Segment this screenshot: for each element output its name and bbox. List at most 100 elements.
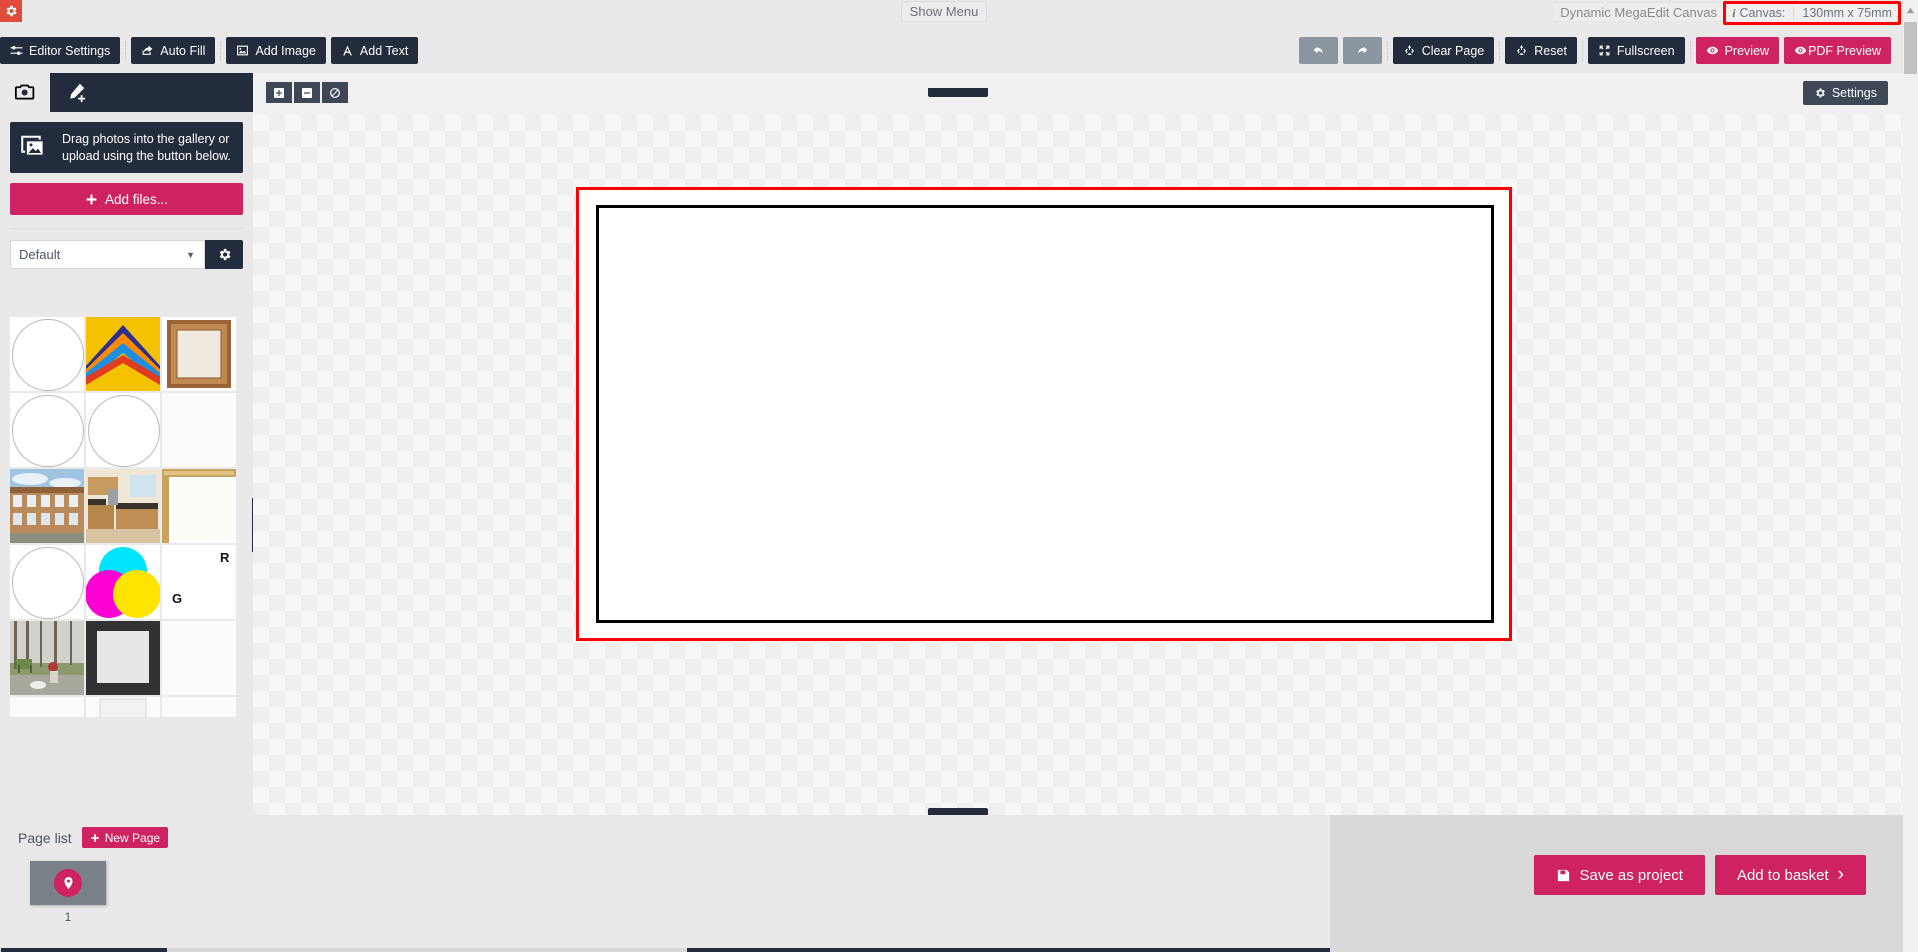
new-page-button[interactable]: New Page [81,827,169,848]
footer-actions: Save as project Add to basket › [1533,855,1866,895]
thumb-cmyk-venn[interactable] [86,545,160,619]
new-page-label: New Page [104,830,161,845]
toolbar-left-group: Editor Settings Auto Fill Add Image Add … [0,37,419,64]
left-sidebar: Drag photos into the gallery or upload u… [0,73,278,841]
divider [1793,6,1795,20]
scroll-up-button[interactable] [1903,0,1918,20]
divider [10,228,243,229]
canvas-name-text: Dynamic MegaEdit Canvas [1560,4,1717,20]
thumb-kitchen-interior[interactable] [86,469,160,543]
thumb-light-frame[interactable] [86,697,160,717]
page-scrollbar[interactable] [1903,20,1918,952]
plus-icon [86,194,97,204]
reset-button[interactable]: Reset [1505,37,1577,64]
clear-page-button[interactable]: Clear Page [1392,37,1495,64]
thumb-blank-2[interactable] [162,621,236,695]
redo-button[interactable] [1342,37,1382,64]
add-text-button[interactable]: Add Text [330,37,419,64]
thumb-rgb-venn[interactable]: R G [162,545,236,619]
svg-text:R: R [220,550,230,565]
zoom-in-button[interactable] [266,82,292,103]
canvas-size-value: 130mm x 75mm [1802,6,1892,20]
thumb-circle-3[interactable] [86,393,160,467]
add-image-label: Add Image [255,43,316,58]
zoom-controls [266,82,348,103]
zoom-out-button[interactable] [294,82,320,103]
thumb-wood-frame[interactable] [162,317,236,391]
page-selection-frame[interactable] [576,187,1512,641]
add-files-button[interactable]: Add files... [10,183,243,215]
page-list-panel: Page list New Page 1 [0,815,1330,952]
page-list-label: Page list [18,829,72,846]
editor-settings-label: Editor Settings [29,43,111,58]
canvas-size-label: Canvas: [1739,6,1786,20]
sidebar-tab-photos[interactable] [0,73,50,112]
page-number-label: 1 [64,910,72,924]
photo-dropzone[interactable]: Drag photos into the gallery or upload u… [10,122,243,173]
add-to-basket-button[interactable]: Add to basket › [1714,855,1866,895]
category-select[interactable]: Default ▼ [10,240,205,269]
page-content-frame[interactable] [596,205,1494,623]
thumb-circle-2[interactable] [10,393,84,467]
settings-label: Settings [1831,86,1877,100]
add-image-button[interactable]: Add Image [226,37,326,64]
thumb-circle-1[interactable] [10,317,84,391]
canvas-settings-button[interactable]: Settings [1802,81,1888,105]
save-as-project-label: Save as project [1579,866,1683,884]
undo-button[interactable] [1298,37,1338,64]
pdf-preview-button[interactable]: PDF Preview [1784,37,1891,64]
sidebar-tab-design[interactable] [50,73,100,112]
plus-icon [90,833,99,842]
show-menu-label: Show Menu [909,4,979,19]
pdf-preview-label: PDF Preview [1808,43,1881,58]
canvas-workspace[interactable] [253,115,1903,815]
category-select-row: Default ▼ [10,240,243,269]
thumb-chevron-frames[interactable] [86,317,160,391]
page-thumb-item: 1 [30,861,106,924]
main-toolbar: Editor Settings Auto Fill Add Image Add … [0,28,1903,73]
show-menu-button[interactable]: Show Menu [901,1,987,22]
divider [1499,40,1501,61]
add-text-label: Add Text [359,43,409,58]
divider [1689,40,1691,61]
zoom-reset-button[interactable] [322,82,348,103]
preview-button[interactable]: Preview [1695,37,1780,64]
page-scrollbar-thumb[interactable] [1904,22,1917,74]
top-collapse-handle[interactable] [928,88,988,97]
thumb-park-scene[interactable] [10,621,84,695]
footer-actions-panel: Save as project Add to basket › [1330,815,1903,952]
gear-icon [219,248,230,261]
thumb-blank-4[interactable] [162,697,236,717]
chevron-down-icon: ▼ [186,249,195,260]
info-icon: i [1732,5,1736,20]
sidebar-tabs [0,73,253,112]
add-files-label: Add files... [104,191,169,207]
chevron-right-icon: › [1837,864,1844,885]
thumb-apartment-building[interactable] [10,469,84,543]
divider [1581,40,1583,61]
photos-stack-icon [21,135,45,156]
clear-page-label: Clear Page [1421,43,1485,58]
thumb-gold-frame[interactable] [162,469,236,543]
category-settings-button[interactable] [205,240,243,269]
thumb-dark-square-frame[interactable] [86,621,160,695]
save-as-project-button[interactable]: Save as project [1533,855,1705,895]
gear-icon [1816,88,1825,98]
photo-gallery: R G [10,317,236,717]
floppy-disk-icon [1557,869,1569,881]
canvas-name-label: Dynamic MegaEdit Canvas [1553,2,1724,22]
dropzone-text: Drag photos into the gallery or upload u… [62,131,231,163]
fullscreen-label: Fullscreen [1616,43,1675,58]
category-select-value: Default [19,247,61,262]
gear-icon[interactable] [0,0,22,22]
editor-settings-button[interactable]: Editor Settings [0,37,121,64]
divider [220,40,222,61]
auto-fill-button[interactable]: Auto Fill [131,37,216,64]
svg-text:G: G [172,591,182,606]
thumb-circle-4[interactable] [10,545,84,619]
thumb-blank-3[interactable] [10,697,84,717]
toolbar-right-group: Clear Page Reset Fullscreen Preview PDF … [1298,37,1891,64]
fullscreen-button[interactable]: Fullscreen [1587,37,1685,64]
thumb-blank-1[interactable] [162,393,236,467]
page-thumbnail-1[interactable] [30,861,106,905]
